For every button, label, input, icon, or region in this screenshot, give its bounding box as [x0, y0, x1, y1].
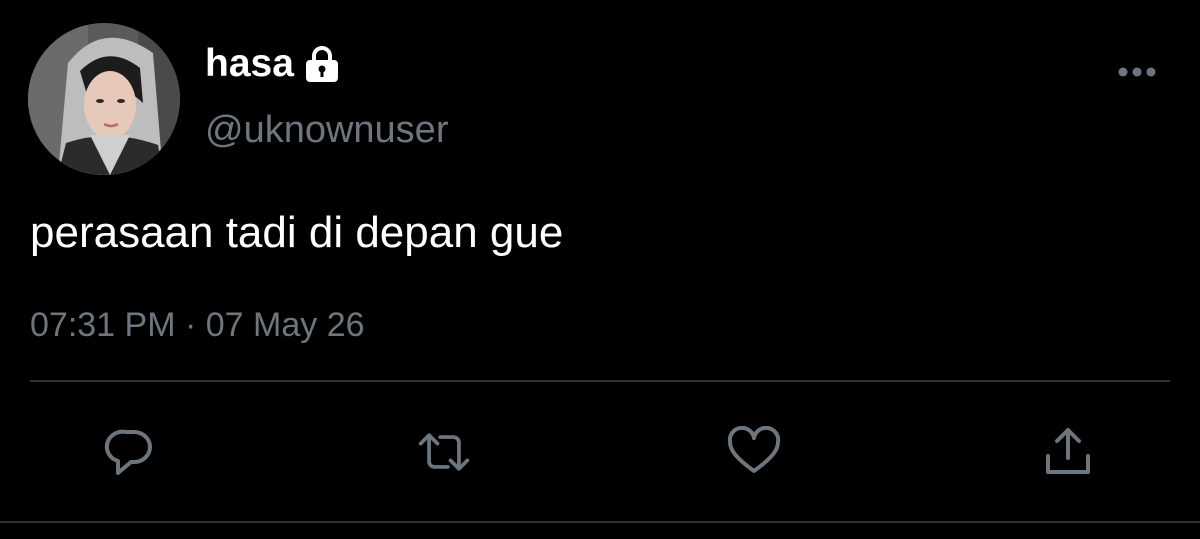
tweet-date: 07 May 26 [205, 306, 365, 344]
reply-button[interactable] [102, 424, 158, 480]
user-handle[interactable]: @uknownuser [205, 107, 448, 153]
meta-separator: · [184, 306, 197, 344]
tweet-text: perasaan tadi di depan gue [30, 208, 564, 257]
divider [30, 380, 1170, 382]
lock-icon [302, 44, 342, 84]
more-button[interactable] [1112, 54, 1162, 90]
tweet-card: hasa @uknownuser perasaan tadi di depan … [0, 0, 1200, 539]
share-icon [1046, 428, 1090, 474]
more-horizontal-icon [1118, 67, 1156, 77]
retweet-icon [418, 433, 470, 471]
retweet-button[interactable] [416, 424, 472, 480]
avatar[interactable] [28, 23, 180, 175]
like-button[interactable] [726, 424, 782, 480]
avatar-image [28, 23, 180, 175]
name-row: hasa [205, 40, 342, 88]
reply-icon [104, 429, 152, 475]
divider [0, 521, 1200, 523]
tweet-time: 07:31 PM [30, 306, 176, 344]
heart-icon [727, 426, 781, 473]
display-name[interactable]: hasa [205, 40, 294, 88]
tweet-timestamp[interactable]: 07:31 PM · 07 May 26 [30, 302, 365, 348]
share-button[interactable] [1040, 424, 1096, 480]
